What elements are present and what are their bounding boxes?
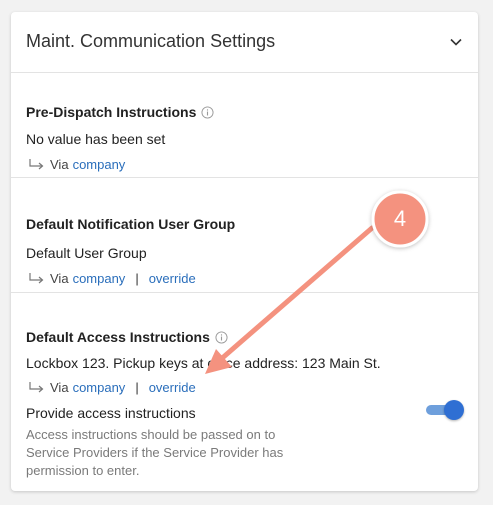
notification-group-label: Default Notification User Group [26, 216, 236, 232]
return-arrow-icon [29, 158, 44, 169]
pre-dispatch-source: Via company [28, 157, 125, 172]
step-badge: 4 [393, 206, 407, 231]
card-title: Maint. Communication Settings [26, 31, 276, 51]
notification-group-source: Via company | override [28, 271, 196, 286]
separator: | [135, 271, 139, 286]
override-link[interactable]: override [149, 271, 196, 286]
return-arrow-icon [29, 381, 44, 392]
access-instructions-label-row: Default Access Instructions [26, 329, 228, 345]
access-instructions-value: Lockbox 123. Pickup keys at office addre… [26, 355, 381, 371]
access-instructions-toggle[interactable] [426, 400, 464, 420]
pre-dispatch-label-row: Pre-Dispatch Instructions [26, 104, 214, 120]
via-text: Via [50, 157, 69, 172]
access-instructions-section: Default Access Instructions Lockbox 123.… [11, 293, 478, 491]
override-link[interactable]: override [149, 380, 196, 395]
toggle-knob [444, 400, 464, 420]
toggle-label: Provide access instructions [26, 405, 196, 421]
card-header[interactable]: Maint. Communication Settings [11, 12, 478, 73]
access-instructions-source: Via company | override [28, 380, 196, 395]
pre-dispatch-section: Pre-Dispatch Instructions No value has b… [11, 72, 478, 178]
via-text: Via [50, 380, 69, 395]
separator: | [135, 380, 139, 395]
company-link[interactable]: company [73, 271, 126, 286]
return-arrow-icon [29, 272, 44, 283]
company-link[interactable]: company [73, 380, 126, 395]
pre-dispatch-value: No value has been set [26, 131, 166, 147]
notification-group-label-row: Default Notification User Group [26, 216, 235, 232]
access-instructions-label: Default Access Instructions [26, 329, 210, 345]
info-icon[interactable] [201, 105, 214, 119]
company-link[interactable]: company [73, 157, 126, 172]
chevron-down-icon[interactable] [448, 34, 464, 50]
toggle-description: Access instructions should be passed on … [26, 427, 284, 478]
via-text: Via [50, 271, 69, 286]
notification-group-value: Default User Group [26, 245, 147, 261]
pre-dispatch-label: Pre-Dispatch Instructions [26, 104, 197, 120]
settings-card: Maint. Communication Settings Pre-Dispat… [11, 12, 478, 491]
info-icon[interactable] [215, 330, 228, 344]
